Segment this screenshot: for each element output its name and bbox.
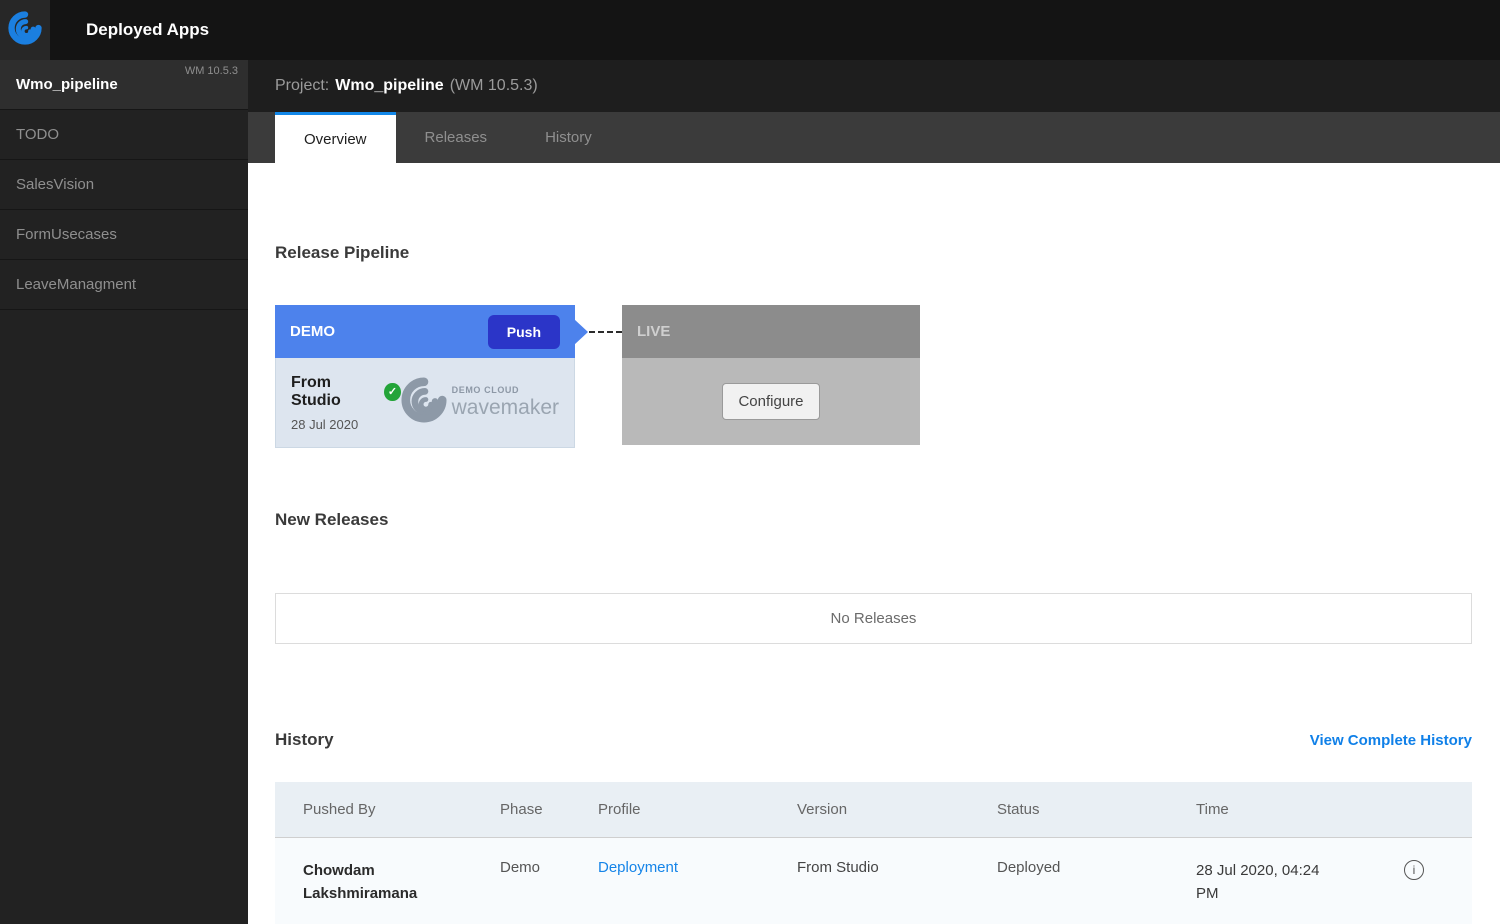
demo-stage-card: DEMO Push From Studio ✓ 28 Jul 2020 [275,305,575,448]
sidebar-item-leavemanagment[interactable]: LeaveManagment [0,260,248,310]
top-bar: Deployed Apps [0,0,1500,60]
demo-push-date: 28 Jul 2020 [291,417,401,432]
sidebar-item-salesvision[interactable]: SalesVision [0,160,248,210]
col-time: Time [1196,801,1356,818]
wavemaker-wave-icon [8,11,42,50]
col-version: Version [797,801,997,818]
demo-cloud-label: DEMO CLOUD [452,386,559,396]
new-releases-heading: New Releases [275,510,1472,530]
deployed-apps-screen: Deployed Apps WM 10.5.3 Wmo_pipeline TOD… [0,0,1500,924]
pipeline-connector [575,305,622,358]
overview-content: Release Pipeline DEMO Push From Studio ✓ [248,163,1500,924]
arrow-right-icon [574,319,588,345]
no-releases-box: No Releases [275,593,1472,644]
col-phase: Phase [500,801,598,818]
history-heading: History [275,730,334,750]
col-pushed-by: Pushed By [303,801,500,818]
projects-sidebar: WM 10.5.3 Wmo_pipeline TODO SalesVision … [0,60,248,924]
tab-history[interactable]: History [516,112,621,163]
wavemaker-logo-button[interactable] [0,0,50,60]
push-button[interactable]: Push [488,315,560,349]
cell-time: 28 Jul 2020, 04:24 PM [1196,859,1356,906]
demo-cloud-logo: DEMO CLOUD wavemaker [401,377,559,428]
project-name: Wmo_pipeline [335,77,443,95]
project-prefix-label: Project: [275,77,329,95]
history-table: Pushed By Phase Profile Version Status T… [275,782,1472,924]
demo-source-label: From Studio [291,374,376,410]
tab-overview[interactable]: Overview [275,112,396,163]
demo-stage-title: DEMO [290,323,488,340]
sidebar-item-formusecases[interactable]: FormUsecases [0,210,248,260]
configure-button[interactable]: Configure [722,383,819,420]
sidebar-item-label: SalesVision [16,176,94,193]
sidebar-item-wmo-pipeline[interactable]: WM 10.5.3 Wmo_pipeline [0,60,248,110]
cell-version: From Studio [797,859,997,876]
wavemaker-wordmark: wavemaker [452,396,559,419]
sidebar-item-label: TODO [16,126,59,143]
tab-releases[interactable]: Releases [396,112,517,163]
release-pipeline: DEMO Push From Studio ✓ 28 Jul 2020 [275,305,1472,448]
sidebar-item-label: LeaveManagment [16,276,136,293]
cell-phase: Demo [500,859,598,876]
cell-profile-link[interactable]: Deployment [598,859,797,876]
col-status: Status [997,801,1196,818]
info-circle-icon[interactable]: i [1404,860,1424,880]
check-circle-icon: ✓ [384,383,400,401]
cell-pushed-by: Chowdam Lakshmiramana [303,859,473,906]
live-stage-title: LIVE [637,323,670,340]
project-header: Project: Wmo_pipeline (WM 10.5.3) [248,60,1500,112]
col-profile: Profile [598,801,797,818]
sidebar-item-label: FormUsecases [16,226,117,243]
history-table-header: Pushed By Phase Profile Version Status T… [275,782,1472,837]
no-releases-text: No Releases [831,610,917,627]
history-table-row: Chowdam Lakshmiramana Demo Deployment Fr… [275,837,1472,924]
demo-stage-header: DEMO Push [275,305,575,358]
live-stage-body: Configure [622,358,920,445]
dashed-connector-line [589,331,622,333]
page-title: Deployed Apps [86,0,209,60]
cell-status: Deployed [997,859,1196,876]
project-version-tag: WM 10.5.3 [185,65,238,77]
sidebar-item-todo[interactable]: TODO [0,110,248,160]
wavemaker-wave-icon [401,377,447,428]
project-version: (WM 10.5.3) [450,77,538,95]
live-stage-header: LIVE [622,305,920,358]
release-pipeline-heading: Release Pipeline [275,243,1472,263]
tab-bar: Overview Releases History [248,112,1500,163]
demo-stage-body: From Studio ✓ 28 Jul 2020 [275,358,575,448]
sidebar-item-label: Wmo_pipeline [16,76,118,93]
view-complete-history-link[interactable]: View Complete History [1310,732,1472,749]
live-stage-card: LIVE Configure [622,305,920,445]
